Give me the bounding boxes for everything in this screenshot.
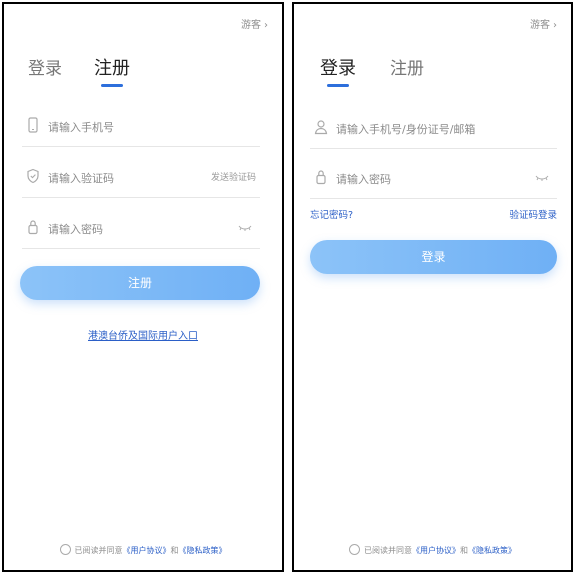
tab-register[interactable]: 注册: [390, 54, 424, 79]
password-placeholder: 请输入密码: [336, 173, 391, 186]
tab-login[interactable]: 登录: [320, 54, 356, 87]
shield-icon: [27, 168, 39, 184]
tab-register[interactable]: 注册: [94, 54, 130, 87]
account-placeholder: 请输入手机号/身份证号/邮箱: [336, 123, 476, 136]
lock-icon: [316, 170, 326, 185]
tab-register-label: 注册: [390, 59, 424, 79]
chevron-right-icon: ›: [264, 20, 268, 31]
auth-tabs: 登录 注册: [4, 54, 282, 87]
tab-login-label: 登录: [28, 59, 62, 79]
auth-tabs: 登录 注册: [294, 54, 571, 87]
guest-label: 游客: [530, 20, 550, 31]
login-options-row: 忘记密码? 验证码登录: [310, 207, 557, 221]
code-placeholder: 请输入验证码: [48, 172, 114, 185]
agree-radio[interactable]: [349, 544, 360, 555]
user-terms-link[interactable]: 《用户协议》: [123, 546, 171, 555]
login-button-label: 登录: [421, 250, 446, 264]
login-screen: 游客 › 登录 注册 请输入手机号/身份证号/邮箱 请输入密码 忘记密码? 验证…: [292, 2, 573, 572]
agreement-row: 已阅读并同意《用户协议》和《隐私政策》: [294, 544, 571, 556]
tab-login[interactable]: 登录: [28, 54, 62, 79]
phone-placeholder: 请输入手机号: [48, 121, 114, 134]
tab-register-label: 注册: [94, 58, 130, 79]
user-terms-link[interactable]: 《用户协议》: [412, 546, 460, 555]
password-field[interactable]: 请输入密码: [22, 210, 260, 249]
privacy-link[interactable]: 《隐私政策》: [179, 546, 227, 555]
stage: 游客 › 登录 注册 请输入手机号 请输入验证码 发送验证码 请输入密码 注册 …: [0, 0, 577, 578]
phone-icon: [28, 117, 38, 133]
agree-radio[interactable]: [59, 544, 71, 555]
phone-field[interactable]: 请输入手机号: [22, 108, 260, 147]
guest-link[interactable]: 游客 ›: [530, 16, 557, 31]
agreement-row: 已阅读并同意《用户协议》和《隐私政策》: [4, 544, 282, 556]
guest-label: 游客: [241, 20, 261, 31]
eye-closed-icon[interactable]: [535, 173, 549, 183]
chevron-right-icon: ›: [553, 20, 557, 31]
forgot-password-link[interactable]: 忘记密码?: [310, 207, 353, 221]
agree-prefix: 已阅读并同意: [74, 546, 123, 555]
code-field[interactable]: 请输入验证码 发送验证码: [22, 159, 260, 198]
guest-link[interactable]: 游客 ›: [241, 16, 268, 31]
privacy-link[interactable]: 《隐私政策》: [468, 546, 516, 555]
user-icon: [314, 120, 328, 135]
active-tab-indicator: [101, 84, 123, 87]
account-field[interactable]: 请输入手机号/身份证号/邮箱: [310, 110, 557, 149]
send-code-button[interactable]: 发送验证码: [211, 170, 256, 183]
tab-login-label: 登录: [320, 58, 356, 79]
agree-and: 和: [170, 546, 179, 555]
code-login-link[interactable]: 验证码登录: [509, 207, 557, 221]
password-field[interactable]: 请输入密码: [310, 160, 557, 199]
eye-closed-icon[interactable]: [238, 223, 252, 233]
agree-prefix: 已阅读并同意: [364, 546, 412, 555]
lock-icon: [28, 220, 38, 235]
password-placeholder: 请输入密码: [48, 223, 103, 236]
login-button[interactable]: 登录: [310, 240, 557, 274]
agree-and: 和: [460, 546, 468, 555]
active-tab-indicator: [327, 84, 349, 87]
register-screen: 游客 › 登录 注册 请输入手机号 请输入验证码 发送验证码 请输入密码 注册 …: [2, 2, 284, 572]
intl-user-link[interactable]: 港澳台侨及国际用户入口: [4, 327, 282, 342]
register-button-label: 注册: [127, 276, 152, 290]
register-button[interactable]: 注册: [20, 266, 260, 300]
